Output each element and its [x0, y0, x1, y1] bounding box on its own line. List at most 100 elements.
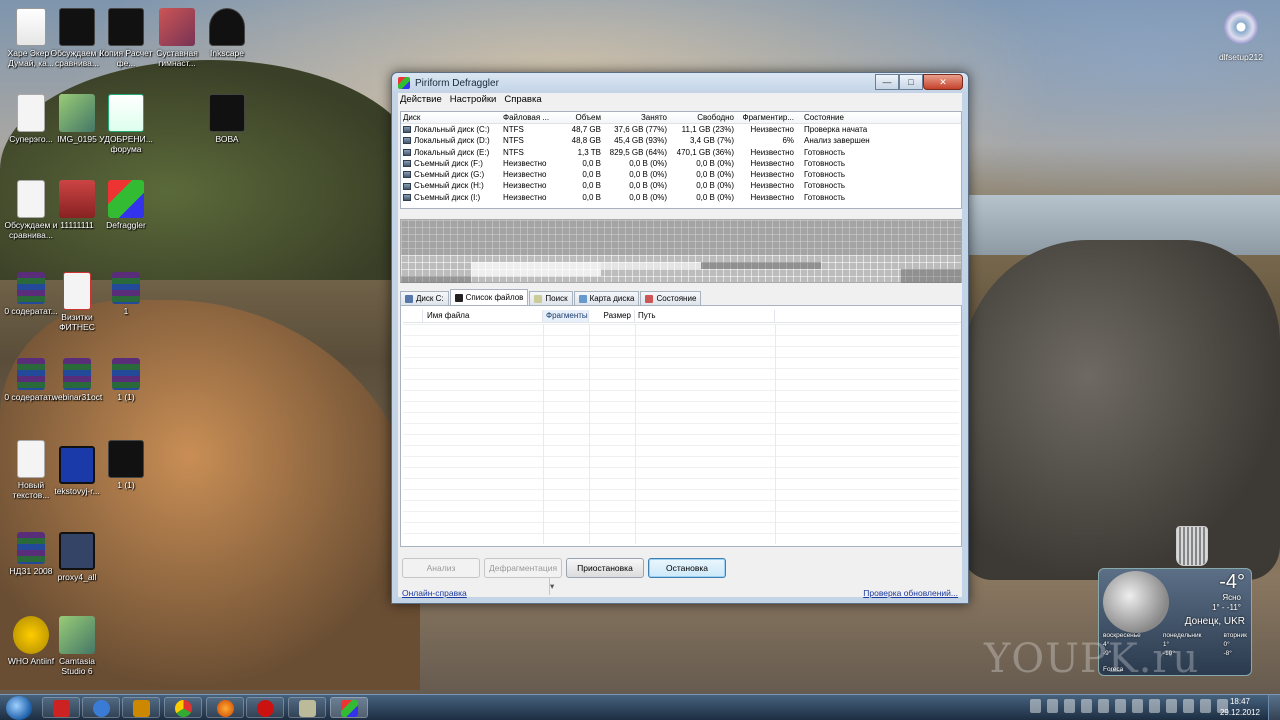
- tab-disk-map[interactable]: Карта диска: [573, 291, 640, 305]
- col-disk[interactable]: Диск: [401, 112, 501, 123]
- stop-button[interactable]: Остановка: [648, 558, 726, 578]
- file-list-header: Имя файла Фрагменты Размер Путь: [403, 310, 961, 323]
- clock-time: 18:47: [1229, 697, 1250, 706]
- drive-status: Готовность: [804, 181, 846, 191]
- menu-settings[interactable]: Настройки: [450, 93, 497, 107]
- taskbar-app[interactable]: [206, 697, 244, 718]
- tray-icon[interactable]: [1064, 699, 1075, 713]
- desktop-icon[interactable]: proxy4_all: [48, 532, 106, 582]
- drive-name-text: Съемный диск (H:): [414, 181, 484, 191]
- desktop-icon[interactable]: Копия Расчет фе...: [97, 8, 155, 68]
- tab-search[interactable]: Поиск: [529, 291, 573, 305]
- clock-date: 29.12.2012: [1219, 708, 1260, 717]
- title-bar[interactable]: Piriform Defraggler — □ ✕: [392, 73, 968, 93]
- taskbar-app-defraggler[interactable]: [330, 697, 368, 718]
- system-tray: [1030, 699, 1228, 713]
- camtasia-icon: [59, 616, 95, 654]
- col-path[interactable]: Путь: [635, 310, 775, 322]
- tray-icon[interactable]: [1115, 699, 1126, 713]
- defraggler-icon: [341, 700, 358, 717]
- drive-row[interactable]: Съемный диск (H:) Неизвестно 0,0 B 0,0 B (0…: [401, 180, 961, 191]
- desktop-icon[interactable]: ВОВА: [198, 94, 256, 144]
- taskbar-app[interactable]: [122, 697, 160, 718]
- tray-icon[interactable]: [1047, 699, 1058, 713]
- drive-free: 470,1 GB (36%): [676, 147, 734, 157]
- drive-filesystem: Неизвестно: [503, 158, 547, 168]
- file-list-body[interactable]: [403, 324, 959, 544]
- taskbar-app[interactable]: [246, 697, 284, 718]
- drive-free: 0,0 B (0%): [696, 170, 734, 180]
- taskbar-app[interactable]: [164, 697, 202, 718]
- tray-icon[interactable]: [1200, 699, 1211, 713]
- tray-icon[interactable]: [1081, 699, 1092, 713]
- taskbar-app[interactable]: [42, 697, 80, 718]
- col-size[interactable]: Объем: [549, 112, 603, 123]
- col-free[interactable]: Свободно: [669, 112, 736, 123]
- recycle-bin-icon[interactable]: [1176, 526, 1208, 566]
- desktop-icon[interactable]: Inkscape: [198, 8, 256, 58]
- taskbar-app[interactable]: [82, 697, 120, 718]
- drive-size: 48,8 GB: [571, 136, 601, 146]
- col-file-size[interactable]: Размер: [589, 310, 635, 322]
- clock[interactable]: 18:47 29.12.2012: [1220, 696, 1260, 718]
- drive-free: 0,0 B (0%): [696, 192, 734, 202]
- weather-range: 1° - -11°: [1212, 603, 1241, 612]
- defrag-button-label: Дефрагментация: [489, 563, 558, 573]
- archive-icon: [112, 272, 140, 304]
- col-filesystem[interactable]: Файловая ...: [501, 112, 549, 123]
- tab-strip: Диск С: Список файлов Поиск Карта диска …: [400, 289, 702, 305]
- drive-row[interactable]: Съемный диск (G:) Неизвестно 0,0 B 0,0 B (0…: [401, 169, 961, 180]
- defrag-button[interactable]: Дефрагментация ▾: [484, 558, 562, 595]
- start-button[interactable]: [6, 696, 32, 720]
- col-fragmentation[interactable]: Фрагментир...: [736, 112, 796, 123]
- pause-button[interactable]: Приостановка: [566, 558, 644, 578]
- desktop-icon[interactable]: Camtasia Studio 6: [48, 616, 106, 676]
- minimize-button[interactable]: —: [875, 73, 899, 90]
- hard-drive-icon: [403, 148, 411, 156]
- online-help-link[interactable]: Онлайн-справка: [402, 588, 467, 598]
- taskbar: 18:47 29.12.2012: [0, 694, 1280, 720]
- drive-block-map[interactable]: [400, 219, 962, 283]
- desktop-icon[interactable]: 1: [97, 272, 155, 316]
- drive-row[interactable]: Локальный диск (E:) NTFS 1,3 TB 829,5 GB (6…: [401, 147, 961, 158]
- col-fragments[interactable]: Фрагменты: [543, 310, 589, 322]
- check-updates-link[interactable]: Проверка обновлений...: [863, 588, 958, 598]
- tab-status[interactable]: Состояние: [640, 291, 702, 305]
- tray-icon[interactable]: [1030, 699, 1041, 713]
- desktop-icon[interactable]: 1 (1): [97, 358, 155, 402]
- analyze-button[interactable]: Анализ: [402, 558, 480, 578]
- desktop-icon[interactable]: УДОБРЕНИ... форума: [97, 94, 155, 154]
- show-desktop-button[interactable]: [1268, 695, 1280, 720]
- tray-icon[interactable]: [1149, 699, 1160, 713]
- tab-drive-c[interactable]: Диск С:: [400, 291, 449, 305]
- desktop-icon[interactable]: Defraggler: [97, 180, 155, 230]
- drive-used: 829,5 GB (64%): [609, 147, 667, 157]
- file-list-panel: Имя файла Фрагменты Размер Путь: [400, 305, 962, 547]
- archive-icon: [17, 358, 45, 390]
- drive-row[interactable]: Съемный диск (F:) Неизвестно 0,0 B 0,0 B (0…: [401, 158, 961, 169]
- pdf-icon: [63, 272, 91, 310]
- col-filename[interactable]: Имя файла: [423, 310, 543, 322]
- drive-row[interactable]: Локальный диск (C:) NTFS 48,7 GB 37,6 GB (7…: [401, 124, 961, 135]
- col-status[interactable]: Состояние: [796, 112, 906, 123]
- tray-icon[interactable]: [1132, 699, 1143, 713]
- setup-disc-icon[interactable]: [1224, 10, 1258, 44]
- desktop-icon[interactable]: 1 (1): [97, 440, 155, 490]
- drive-row[interactable]: Съемный диск (I:) Неизвестно 0,0 B 0,0 B (0…: [401, 192, 961, 203]
- drive-row[interactable]: Локальный диск (D:) NTFS 48,8 GB 45,4 GB (9…: [401, 135, 961, 146]
- drive-status: Проверка начата: [804, 125, 868, 134]
- maximize-button[interactable]: □: [899, 73, 923, 90]
- menu-action[interactable]: Действие: [400, 93, 442, 107]
- taskbar-app[interactable]: [288, 697, 326, 718]
- defraggler-window: Piriform Defraggler — □ ✕ Действие Настр…: [391, 72, 969, 604]
- tray-icon[interactable]: [1166, 699, 1177, 713]
- col-used[interactable]: Занято: [603, 112, 669, 123]
- tab-file-list[interactable]: Список файлов: [449, 289, 529, 305]
- col-checkbox[interactable]: [403, 310, 423, 322]
- close-button[interactable]: ✕: [923, 73, 963, 90]
- menu-help[interactable]: Справка: [504, 93, 541, 107]
- tray-icon[interactable]: [1098, 699, 1109, 713]
- photo-icon: [59, 94, 95, 132]
- drive-name: Съемный диск (F:): [401, 158, 501, 169]
- tray-icon[interactable]: [1183, 699, 1194, 713]
